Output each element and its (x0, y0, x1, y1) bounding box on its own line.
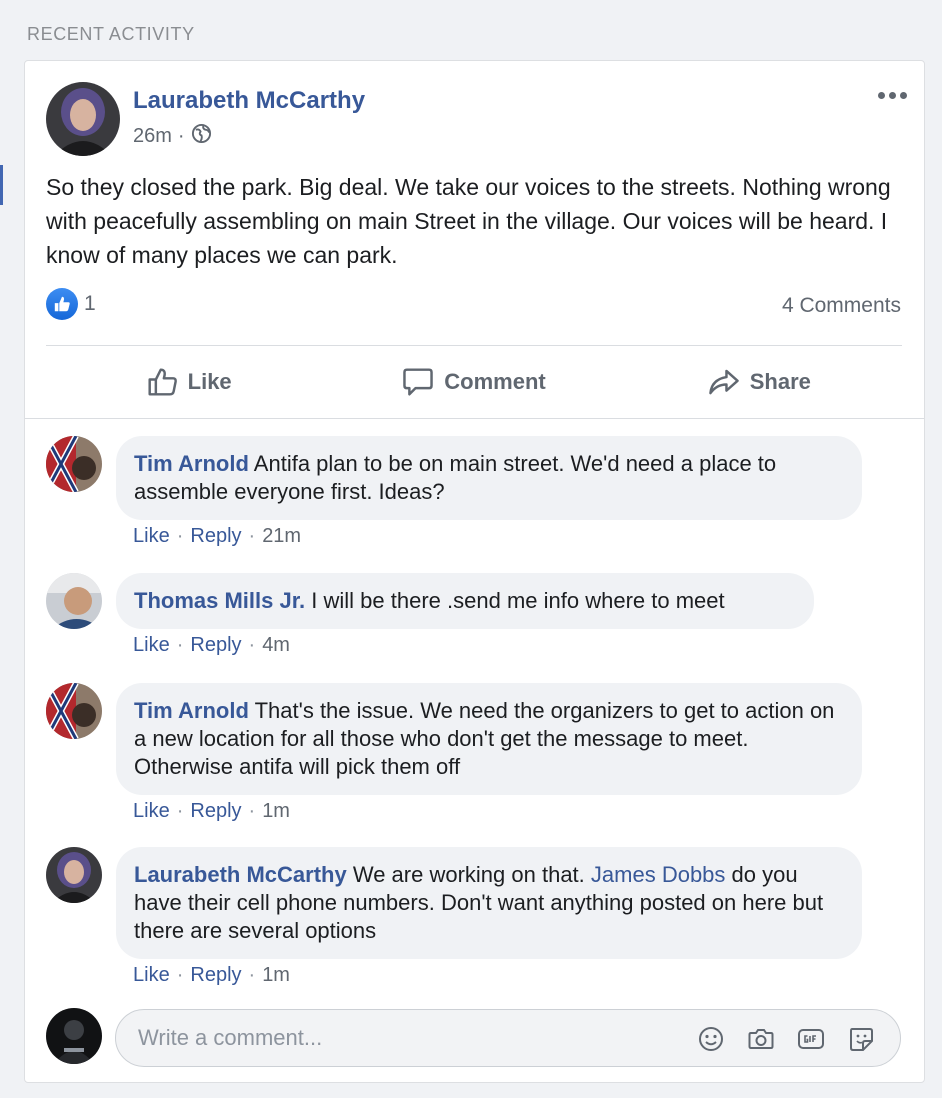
comment-text: We are working on that. (352, 862, 585, 887)
separator: · (176, 800, 184, 822)
separator: · (248, 634, 256, 656)
section-title: RECENT ACTIVITY (27, 24, 195, 44)
comment-item: Tim Arnold Antifa plan to be on main str… (46, 436, 926, 556)
like-button-label: Like (187, 369, 232, 394)
more-dot-icon (888, 91, 896, 99)
commenter-avatar[interactable] (46, 683, 102, 739)
share-button[interactable]: Share (617, 347, 902, 417)
comment-bubble: Laurabeth McCarthy We are working on tha… (116, 847, 862, 959)
meta-separator: · (177, 124, 185, 147)
comment-text: I will be there .send me info where to m… (311, 588, 725, 613)
separator: · (248, 525, 256, 547)
more-dot-icon (899, 91, 907, 99)
reactions-summary[interactable]: 1 (46, 288, 96, 320)
comment-like-link[interactable]: Like (133, 800, 170, 823)
comment-item: Thomas Mills Jr. I will be there .send m… (46, 573, 926, 663)
reaction-count: 1 (84, 292, 96, 315)
thumbs-up-icon (148, 368, 177, 396)
comment-time[interactable]: 21m (262, 525, 301, 548)
gif-icon[interactable] (796, 1024, 826, 1054)
author-avatar[interactable] (46, 82, 120, 156)
comment-like-link[interactable]: Like (133, 634, 170, 657)
separator: · (248, 800, 256, 822)
share-icon (708, 369, 739, 395)
comment-actions: Like · Reply · 1m (133, 964, 290, 987)
comment-button[interactable]: Comment (331, 347, 616, 417)
comment-actions: Like · Reply · 21m (133, 525, 301, 548)
separator: · (176, 964, 184, 986)
comment-time[interactable]: 1m (262, 964, 290, 987)
globe-icon (191, 123, 212, 150)
comment-actions: Like · Reply · 1m (133, 800, 290, 823)
comment-reply-link[interactable]: Reply (190, 800, 241, 823)
comment-item: Tim Arnold That's the issue. We need the… (46, 683, 926, 833)
comment-author[interactable]: Tim Arnold (134, 451, 249, 476)
comment-reply-link[interactable]: Reply (190, 634, 241, 657)
more-dot-icon (877, 91, 885, 99)
comment-author[interactable]: Thomas Mills Jr. (134, 588, 305, 613)
commenter-avatar[interactable] (46, 847, 102, 903)
commenter-avatar[interactable] (46, 436, 102, 492)
like-reaction-icon (46, 288, 78, 320)
comment-input[interactable] (116, 1010, 676, 1066)
comment-author[interactable]: Laurabeth McCarthy (134, 862, 347, 887)
post-text: So they closed the park. Big deal. We ta… (46, 174, 891, 268)
current-user-avatar[interactable] (46, 1008, 102, 1064)
comments-count-link[interactable]: 4 Comments (782, 294, 901, 318)
comment-reply-link[interactable]: Reply (190, 964, 241, 987)
comment-bubble: Thomas Mills Jr. I will be there .send m… (116, 573, 814, 629)
post-card: Laurabeth McCarthy 26m · So they closed … (24, 60, 925, 1083)
active-indicator (0, 165, 3, 205)
commenter-avatar[interactable] (46, 573, 102, 629)
post-meta: 26m · (133, 123, 212, 150)
comment-bubble: Tim Arnold Antifa plan to be on main str… (116, 436, 862, 520)
comment-item: Laurabeth McCarthy We are working on tha… (46, 847, 926, 997)
comment-author[interactable]: Tim Arnold (134, 698, 249, 723)
comment-button-label: Comment (444, 369, 546, 394)
comment-reply-link[interactable]: Reply (190, 525, 241, 548)
camera-icon[interactable] (746, 1024, 776, 1054)
emoji-icon[interactable] (696, 1024, 726, 1054)
comment-actions: Like · Reply · 4m (133, 634, 290, 657)
sticker-icon[interactable] (846, 1024, 876, 1054)
post-action-bar: Like Comment Share (46, 347, 902, 417)
comment-like-link[interactable]: Like (133, 964, 170, 987)
comment-input-box (115, 1009, 901, 1067)
comment-bubble: Tim Arnold That's the issue. We need the… (116, 683, 862, 795)
comment-composer (46, 1008, 926, 1068)
mention-link[interactable]: James Dobbs (591, 862, 726, 887)
comment-like-link[interactable]: Like (133, 525, 170, 548)
separator: · (176, 634, 184, 656)
divider (46, 345, 902, 346)
like-button[interactable]: Like (46, 347, 331, 417)
composer-tools (696, 1024, 876, 1054)
post-time[interactable]: 26m (133, 125, 172, 148)
comment-time[interactable]: 4m (262, 634, 290, 657)
more-options-button[interactable] (874, 83, 910, 107)
divider (25, 418, 924, 419)
separator: · (248, 964, 256, 986)
share-button-label: Share (749, 369, 811, 394)
comment-icon (403, 368, 434, 396)
post-author-name[interactable]: Laurabeth McCarthy (133, 87, 365, 115)
comment-time[interactable]: 1m (262, 800, 290, 823)
separator: · (176, 525, 184, 547)
